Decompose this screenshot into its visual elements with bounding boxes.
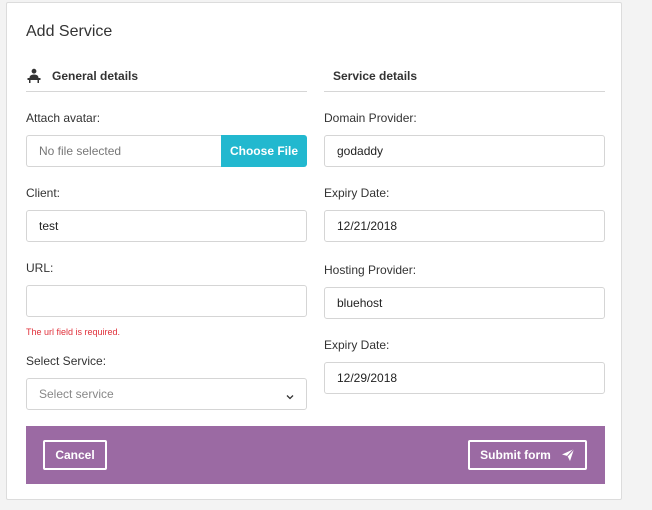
chevron-down-icon — [286, 390, 294, 400]
form-footer: Cancel Submit form — [26, 426, 605, 484]
file-status-text: No file selected — [26, 135, 221, 167]
hosting-provider-input[interactable]: bluehost — [324, 287, 605, 319]
domain-provider-label: Domain Provider: — [324, 111, 417, 125]
url-label: URL: — [26, 261, 54, 275]
paper-plane-icon — [561, 448, 575, 462]
choose-file-button[interactable]: Choose File — [221, 135, 307, 167]
domain-expiry-label: Expiry Date: — [324, 186, 390, 200]
client-input[interactable]: test — [26, 210, 307, 242]
service-select-label: Select Service: — [26, 354, 107, 368]
domain-expiry-field: Expiry Date: 12/21/2018 — [324, 186, 605, 242]
client-field: Client: test — [26, 186, 307, 242]
submit-form-button[interactable]: Submit form — [468, 440, 587, 470]
url-field: URL: The url field is required. — [26, 261, 307, 337]
hosting-provider-field: Hosting Provider: bluehost — [324, 263, 605, 319]
hosting-expiry-label: Expiry Date: — [324, 338, 390, 352]
domain-provider-field: Domain Provider: godaddy — [324, 111, 605, 167]
hosting-expiry-input[interactable]: 12/29/2018 — [324, 362, 605, 394]
general-details-column: General details Attach avatar: No file s… — [26, 61, 307, 410]
service-select-placeholder: Select service — [39, 387, 114, 401]
hosting-expiry-field: Expiry Date: 12/29/2018 — [324, 338, 605, 394]
client-label: Client: — [26, 186, 61, 200]
person-at-desk-icon — [26, 68, 42, 84]
avatar-label: Attach avatar: — [26, 111, 101, 125]
service-select[interactable]: Select service — [26, 378, 307, 410]
page-title: Add Service — [26, 23, 113, 40]
avatar-field: Attach avatar: No file selected Choose F… — [26, 111, 307, 167]
service-select-field: Select Service: Select service — [26, 354, 307, 410]
hosting-provider-label: Hosting Provider: — [324, 263, 417, 277]
avatar-file-input[interactable]: No file selected Choose File — [26, 135, 307, 167]
domain-expiry-input[interactable]: 12/21/2018 — [324, 210, 605, 242]
service-details-header: Service details — [324, 61, 605, 92]
general-details-header: General details — [26, 61, 307, 92]
add-service-card: Add Service General details Attach avata… — [6, 2, 622, 500]
submit-form-label: Submit form — [480, 448, 551, 462]
url-input[interactable] — [26, 285, 307, 317]
service-details-heading: Service details — [333, 69, 418, 83]
cancel-button[interactable]: Cancel — [43, 440, 107, 470]
general-details-heading: General details — [52, 69, 139, 83]
domain-provider-input[interactable]: godaddy — [324, 135, 605, 167]
url-error-message: The url field is required. — [26, 327, 121, 337]
service-details-column: Service details Domain Provider: godaddy… — [324, 61, 605, 394]
